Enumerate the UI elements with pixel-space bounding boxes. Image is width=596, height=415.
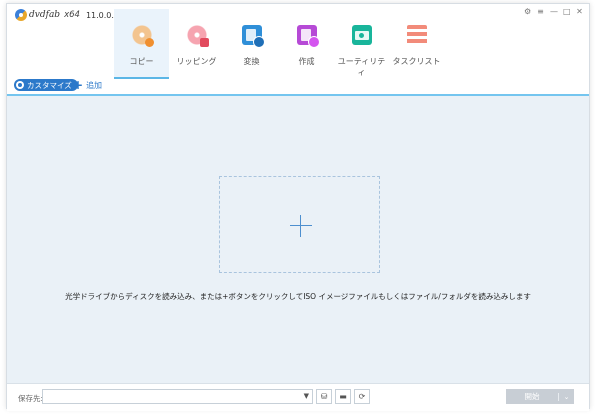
add-source-plus-icon[interactable] xyxy=(290,215,312,237)
tab-label: 作成 xyxy=(298,57,315,66)
save-to-label: 保存先: xyxy=(18,394,44,403)
module-nav: コピー リッピング 変換 作成 ユーティリティ タスクリスト xyxy=(114,9,444,79)
start-label: 開始 xyxy=(524,392,540,401)
tab-label: コピー xyxy=(129,57,154,66)
settings-icon[interactable]: ⚙ xyxy=(524,7,531,17)
dvdfab-logo-icon xyxy=(15,9,27,21)
ripper-disc-icon xyxy=(186,25,209,47)
tab-label: 変換 xyxy=(243,57,260,66)
tab-ripper[interactable]: リッピング xyxy=(169,9,224,79)
main-area: 光学ドライブからディスクを読み込み、または+ボタンをクリックしてISO イメージ… xyxy=(7,96,589,383)
browse-folder-button[interactable]: ▬ xyxy=(335,389,351,404)
window-controls: ⚙ ≡ — □ ✕ xyxy=(524,7,583,17)
plus-icon: + xyxy=(73,78,84,92)
brand-name: dvdfab xyxy=(29,10,61,20)
maximize-icon[interactable]: □ xyxy=(563,7,571,17)
close-icon[interactable]: ✕ xyxy=(576,7,583,17)
start-button[interactable]: 開始 ⌄ xyxy=(506,389,574,404)
tab-label: リッピング xyxy=(176,57,217,66)
folder-icon: ▬ xyxy=(339,392,347,401)
copy-disc-icon xyxy=(131,25,154,47)
task-list-icon xyxy=(406,25,427,45)
tab-label: ユーティリティ xyxy=(337,57,386,77)
tab-label: タスクリスト xyxy=(392,57,441,66)
load-hint: 光学ドライブからディスクを読み込み、または+ボタンをクリックしてISO イメージ… xyxy=(65,292,531,301)
bottom-bar: 保存先: ▼ ⛁ ▬ ⟳ 開始 ⌄ xyxy=(7,383,589,411)
converter-film-icon xyxy=(241,25,265,48)
add-label: 追加 xyxy=(86,80,103,90)
app-window: dvdfab x64 11.0.0.1 ⚙ ≡ — □ ✕ コピー リッピング … xyxy=(6,3,590,411)
save-path-input[interactable]: ▼ xyxy=(42,389,313,404)
add-button[interactable]: + 追加 xyxy=(73,79,102,91)
refresh-button[interactable]: ⟳ xyxy=(354,389,370,404)
tab-task-list[interactable]: タスクリスト xyxy=(389,9,444,79)
iso-image-button[interactable]: ⛁ xyxy=(316,389,332,404)
tab-copy[interactable]: コピー xyxy=(114,9,169,79)
customize-button[interactable]: カスタマイズ xyxy=(14,79,78,91)
dropdown-arrow-icon[interactable]: ▼ xyxy=(304,392,309,400)
tab-converter[interactable]: 変換 xyxy=(224,9,279,79)
app-logo: dvdfab x64 11.0.0.1 xyxy=(15,9,119,21)
tab-creator[interactable]: 作成 xyxy=(279,9,334,79)
refresh-icon: ⟳ xyxy=(358,392,366,401)
tab-utilities[interactable]: ユーティリティ xyxy=(334,9,389,79)
start-dropdown-arrow-icon[interactable]: ⌄ xyxy=(558,392,574,401)
drop-zone[interactable] xyxy=(219,176,380,273)
iso-disc-icon: ⛁ xyxy=(320,392,328,401)
arch-label: x64 xyxy=(64,10,80,20)
customize-label: カスタマイズ xyxy=(27,80,72,90)
minimize-icon[interactable]: — xyxy=(550,7,558,17)
creator-film-icon xyxy=(296,25,320,48)
utilities-folder-icon xyxy=(351,25,372,45)
toolbar: カスタマイズ + 追加 xyxy=(7,76,589,96)
customize-icon xyxy=(16,81,24,89)
menu-icon[interactable]: ≡ xyxy=(537,7,544,17)
